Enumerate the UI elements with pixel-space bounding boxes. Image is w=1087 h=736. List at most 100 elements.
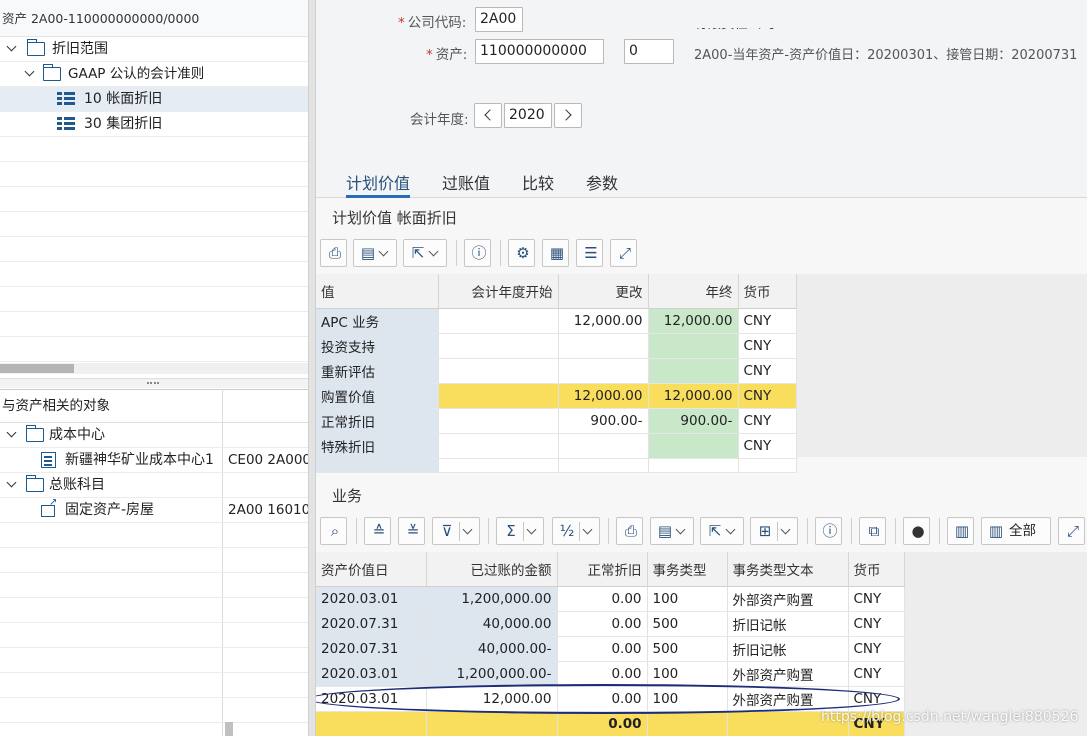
company-code-label: * 公司代码: <box>398 15 467 31</box>
info-button[interactable]: ⓘ <box>464 239 491 267</box>
cell-change <box>558 358 649 384</box>
related-node-gl-account[interactable]: 总账科目 <box>0 473 308 498</box>
column-header[interactable]: 资产价值日 <box>316 552 427 587</box>
chevron-down-icon[interactable] <box>6 42 18 54</box>
cell-currency: CNY <box>738 308 797 334</box>
export-menu-button[interactable]: ⇱ <box>403 239 447 267</box>
filter-icon: ⊽ <box>441 522 453 540</box>
tree-node-book-depreciation[interactable]: 10 帐面折旧 <box>0 87 308 112</box>
export-icon: ⇱ <box>708 522 722 540</box>
company-code-field[interactable]: 2A00 <box>475 7 523 32</box>
fiscal-year-field[interactable]: 2020 <box>504 103 552 128</box>
select-layout-button[interactable]: ▥ <box>947 517 974 545</box>
sort-ascending-button[interactable]: ≙ <box>364 517 391 545</box>
chevron-down-icon <box>725 524 736 535</box>
export-menu-button[interactable]: ⇱ <box>700 517 744 545</box>
view-menu-button[interactable]: ▤ <box>353 239 397 267</box>
chevron-down-icon[interactable] <box>6 428 18 440</box>
toolbar-separator <box>851 518 852 544</box>
table-row[interactable]: 重新评估 CNY <box>316 358 797 384</box>
total-row[interactable]: 0.00 CNY <box>316 711 905 736</box>
cell-posted-amount: 1,200,000.00 <box>426 586 558 612</box>
tree-node-depreciation-areas[interactable]: 折旧范围 <box>0 37 308 62</box>
info-button[interactable]: ⓘ <box>815 517 842 545</box>
next-year-button[interactable] <box>554 103 582 128</box>
table-row[interactable]: 特殊折旧 CNY <box>316 433 797 459</box>
details-button[interactable]: ☰ <box>576 239 603 267</box>
toolbar-separator <box>456 240 457 266</box>
table-row[interactable]: 2020.03.01 1,200,000.00- 0.00 100 外部资产购置… <box>316 661 905 687</box>
toolbar-separator <box>939 518 940 544</box>
column-header[interactable]: 事务类型文本 <box>727 552 849 587</box>
scrollbar-thumb[interactable] <box>0 364 74 373</box>
sum-menu-button[interactable]: Σ <box>496 517 544 545</box>
column-header[interactable]: 年终 <box>648 274 739 309</box>
calculator-button[interactable]: ▦ <box>542 239 569 267</box>
chevron-down-icon[interactable] <box>24 67 36 79</box>
column-header[interactable]: 已过账的金额 <box>426 552 558 587</box>
tab-parameters[interactable]: 参数 <box>586 170 618 198</box>
tab-posted-values[interactable]: 过账值 <box>442 170 490 198</box>
toolbar-separator <box>608 518 609 544</box>
total-cell <box>426 711 558 736</box>
table-row[interactable]: 投资支持 CNY <box>316 333 797 359</box>
layout-menu-button[interactable]: ⊞ <box>750 517 798 545</box>
cell-transaction-text: 折旧记帐 <box>727 636 849 662</box>
table-row[interactable]: APC 业务 12,000.00 12,000.00 CNY <box>316 308 797 334</box>
table-row[interactable]: 正常折旧 900.00- 900.00- CNY <box>316 408 797 434</box>
cell-ordinary-depreciation: 0.00 <box>557 586 648 612</box>
cell-currency: CNY <box>848 586 905 612</box>
view-icon: ▤ <box>360 244 376 262</box>
splitter-grip-icon[interactable] <box>147 382 159 384</box>
table-row[interactable]: 2020.07.31 40,000.00 0.00 500 折旧记帐 CNY <box>316 611 905 637</box>
pane-splitter[interactable] <box>0 378 308 388</box>
sort-descending-button[interactable]: ≚ <box>398 517 425 545</box>
pane-divider[interactable] <box>308 0 316 736</box>
document-button[interactable]: ⧉ <box>859 517 886 545</box>
filter-menu-button[interactable]: ⊽ <box>432 517 480 545</box>
tab-planned-values[interactable]: 计划价值 <box>346 170 411 198</box>
tree-empty-row <box>0 523 308 548</box>
print-button[interactable]: ⎙ <box>616 517 643 545</box>
column-header[interactable]: 货币 <box>848 552 905 587</box>
subtotal-menu-button[interactable]: ½ <box>552 517 600 545</box>
tree-node-group-depreciation[interactable]: 30 集团折旧 <box>0 112 308 137</box>
show-all-button[interactable]: ▥ 全部 <box>981 517 1051 545</box>
grid-empty-area <box>796 274 1087 457</box>
tab-comparison[interactable]: 比较 <box>522 170 554 198</box>
print-button[interactable]: ⎙ <box>320 239 347 267</box>
fullscreen-button[interactable]: ⤢ <box>610 239 637 267</box>
table-row-highlighted[interactable]: 购置价值 12,000.00 12,000.00 CNY <box>316 383 797 409</box>
folder-icon <box>27 39 45 56</box>
find-button[interactable]: ⌕ <box>320 517 347 545</box>
simulate-button[interactable]: ⚙ <box>508 239 535 267</box>
column-header[interactable]: 会计年度开始 <box>438 274 559 309</box>
hat-button[interactable]: ● <box>903 517 930 545</box>
tree-node-gaap[interactable]: GAAP 公认的会计准则 <box>0 62 308 87</box>
column-header[interactable]: 正常折旧 <box>557 552 648 587</box>
asset-number-field[interactable]: 110000000000 <box>475 39 604 64</box>
table-icon <box>57 117 75 131</box>
view-menu-button[interactable]: ▤ <box>650 517 694 545</box>
asset-description: 2A00-当年资产-资产价值日：20200301、接管日期：20200731 <box>694 48 1078 63</box>
related-node-cost-center-item[interactable]: 新疆神华矿业成本中心1 CE00 2A000 <box>0 448 308 473</box>
previous-year-button[interactable] <box>474 103 502 128</box>
column-header[interactable]: 货币 <box>738 274 797 309</box>
table-row[interactable]: 2020.03.01 1,200,000.00 0.00 100 外部资产购置 … <box>316 586 905 612</box>
tree-horizontal-scrollbar[interactable] <box>0 363 308 374</box>
toolbar-separator <box>807 518 808 544</box>
scrollbar-thumb[interactable] <box>225 722 233 736</box>
related-node-gl-account-item[interactable]: 固定资产-房屋 2A00 160101 <box>0 497 308 523</box>
column-header[interactable]: 事务类型 <box>647 552 728 587</box>
total-cell <box>316 711 427 736</box>
fullscreen-button[interactable]: ⤢ <box>1058 517 1085 545</box>
column-header[interactable]: 更改 <box>558 274 649 309</box>
chevron-down-icon[interactable] <box>6 478 18 490</box>
related-node-cost-center[interactable]: 成本中心 <box>0 423 308 448</box>
asset-subnumber-field[interactable]: 0 <box>624 39 674 64</box>
cell-year-start <box>438 433 559 459</box>
table-row[interactable]: 2020.07.31 40,000.00- 0.00 500 折旧记帐 CNY <box>316 636 905 662</box>
column-header[interactable]: 值 <box>316 274 439 309</box>
redaction <box>694 10 777 28</box>
row-label: 正常折旧 <box>316 408 439 434</box>
